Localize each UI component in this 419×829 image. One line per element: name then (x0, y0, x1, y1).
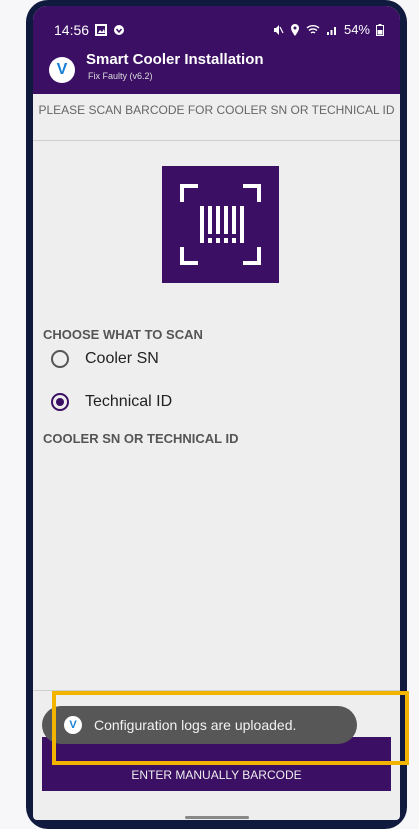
app-header: 14:56 54% V Smart Cooler Installation Fi… (33, 6, 400, 94)
shield-notification-icon (114, 25, 125, 35)
scan-barcode-button[interactable] (162, 166, 279, 283)
home-indicator[interactable] (185, 816, 249, 819)
option-label-cooler-sn: Cooler SN (85, 350, 159, 367)
option-cooler-sn[interactable]: Cooler SN (51, 350, 159, 368)
field-label: COOLER SN OR TECHNICAL ID (43, 431, 239, 446)
radio-technical-id[interactable] (51, 393, 69, 411)
battery-icon (376, 23, 384, 36)
app-subtitle: Fix Faulty (v6.2) (88, 71, 153, 81)
status-time: 14:56 (54, 22, 90, 38)
divider (33, 140, 400, 141)
radio-cooler-sn[interactable] (51, 350, 69, 368)
option-technical-id[interactable]: Technical ID (51, 393, 172, 411)
mute-icon (273, 24, 284, 35)
location-icon (290, 23, 299, 36)
barcode-icon (180, 184, 261, 265)
signal-icon (326, 26, 336, 35)
status-bar: 14:56 54% (54, 22, 384, 40)
app-logo-icon: V (49, 57, 75, 83)
highlight-box (52, 691, 409, 765)
scan-instruction: PLEASE SCAN BARCODE FOR COOLER SN OR TEC… (38, 103, 395, 117)
option-label-technical-id: Technical ID (85, 393, 173, 410)
choose-scan-label: CHOOSE WHAT TO SCAN (43, 327, 203, 342)
wifi-icon (306, 24, 320, 34)
app-title: Smart Cooler Installation (86, 51, 264, 68)
gallery-notification-icon (95, 24, 108, 36)
battery-percent: 54% (343, 22, 370, 37)
